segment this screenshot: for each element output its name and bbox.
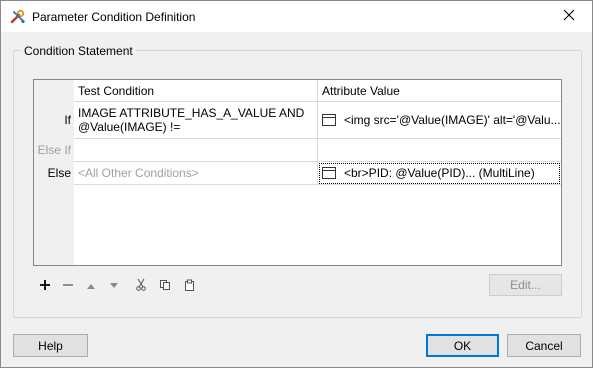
paste-button[interactable] [180, 278, 198, 294]
cut-button[interactable] [132, 278, 150, 294]
add-icon [39, 279, 51, 294]
move-up-icon [86, 279, 96, 293]
group-title: Condition Statement [21, 44, 136, 58]
row-label-else: Else [47, 166, 71, 180]
add-button[interactable] [36, 278, 54, 294]
close-button[interactable] [546, 1, 592, 32]
move-up-button[interactable] [82, 278, 100, 294]
help-button[interactable]: Help [13, 334, 88, 357]
edit-button[interactable]: Edit... [489, 274, 562, 296]
close-icon [563, 9, 575, 24]
if-value-text: <img src='@Value(IMAGE)' alt='@Valu... [344, 113, 561, 127]
column-header-attribute-value[interactable]: Attribute Value [318, 80, 561, 102]
else-value-cell[interactable]: <br>PID: @Value(PID)... (MultiLine) [318, 162, 561, 185]
ok-button[interactable]: OK [426, 334, 499, 357]
table-body: Test Condition Attribute Value IMAGE ATT… [74, 80, 561, 265]
if-value-cell[interactable]: <img src='@Value(IMAGE)' alt='@Valu... [318, 102, 561, 139]
else-condition-cell[interactable]: <All Other Conditions> [74, 162, 318, 185]
cut-icon [135, 278, 147, 294]
dialog-window: Parameter Condition Definition Condition… [0, 0, 593, 368]
else-if-value-cell[interactable] [318, 139, 561, 162]
move-down-icon [109, 279, 119, 293]
cancel-button[interactable]: Cancel [507, 334, 581, 357]
else-if-condition-cell[interactable] [74, 139, 318, 162]
text-editor-icon[interactable] [322, 114, 336, 126]
copy-button[interactable] [156, 278, 174, 294]
move-down-button[interactable] [105, 278, 123, 294]
row-label-if: If [64, 113, 71, 127]
row-label-else-if: Else If [37, 143, 71, 157]
column-header-test-condition[interactable]: Test Condition [74, 80, 318, 102]
else-value-text: <br>PID: @Value(PID)... (MultiLine) [344, 166, 535, 180]
remove-icon [62, 279, 74, 294]
text-editor-icon[interactable] [322, 167, 336, 179]
condition-table: If Else If Else Test Condition Attribute… [33, 79, 562, 266]
row-header-column: If Else If Else [34, 80, 74, 265]
if-condition-text: IMAGE ATTRIBUTE_HAS_A_VALUE AND @Value(I… [78, 106, 305, 134]
wrench-tools-icon [10, 9, 26, 25]
copy-icon [159, 279, 171, 294]
if-condition-cell[interactable]: IMAGE ATTRIBUTE_HAS_A_VALUE AND @Value(I… [74, 102, 318, 139]
remove-button[interactable] [59, 278, 77, 294]
paste-icon [184, 279, 195, 294]
window-title: Parameter Condition Definition [32, 10, 196, 24]
else-condition-text: <All Other Conditions> [78, 166, 199, 180]
title-bar: Parameter Condition Definition [1, 1, 592, 32]
